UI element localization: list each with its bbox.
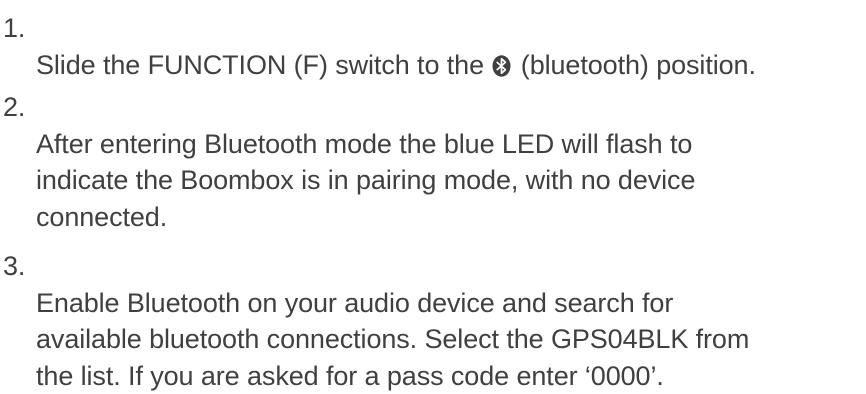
- step-text-after-icon: (bluetooth) position.: [513, 49, 756, 80]
- step-text: After entering Bluetooth mode the blue L…: [36, 128, 696, 232]
- bluetooth-icon: [492, 54, 511, 77]
- step-text-before-icon: Slide the FUNCTION (F) switch to the: [36, 49, 492, 80]
- step-text: Enable Bluetooth on your audio device an…: [36, 287, 750, 391]
- step-number: 1.: [3, 13, 26, 43]
- step-2: 2. After entering Bluetooth mode the blue…: [0, 89, 866, 235]
- instruction-steps: 1. Slide the FUNCTION (F) switch to the (…: [0, 0, 866, 394]
- step-1: 1. Slide the FUNCTION (F) switch to the (…: [0, 10, 866, 83]
- step-number: 2.: [3, 92, 26, 122]
- step-number: 3.: [3, 251, 26, 281]
- step-3: 3. Enable Bluetooth on your audio device …: [0, 248, 866, 394]
